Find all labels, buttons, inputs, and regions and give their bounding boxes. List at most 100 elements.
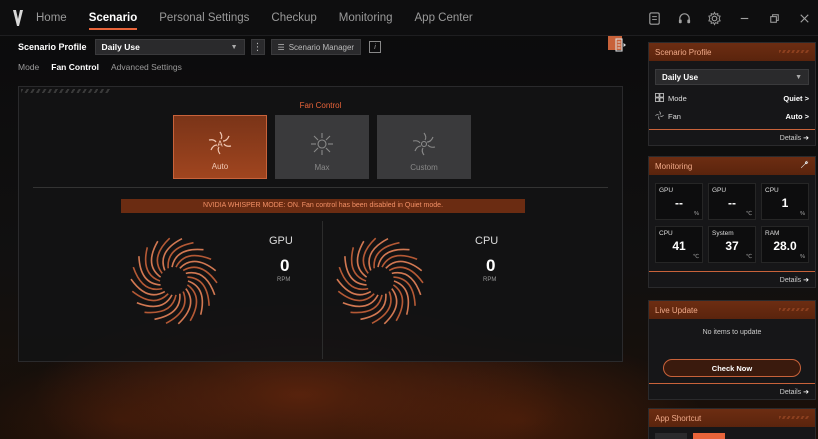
monitor-system-temp: System 37 ℃ [708,226,756,263]
cpu-fan-icon [336,237,424,325]
fan-mode-max-button[interactable]: Max [275,115,369,179]
sidebar-scenario-profile-card: Scenario Profile Daily Use ▼ Mode Quiet … [648,42,816,146]
monitor-name: GPU [659,187,674,194]
chevron-down-icon: ▼ [230,43,238,51]
monitor-gpu-usage: GPU --% [655,183,703,220]
scenario-manager-button[interactable]: ☰ Scenario Manager [270,39,362,55]
sidebar-profile-select[interactable]: Daily Use ▼ [655,69,809,85]
monitor-name: System [712,230,734,237]
fan-custom-icon [412,132,436,156]
monitor-ram-usage: RAM 28.0% [761,226,809,263]
app-shortcut-item[interactable] [655,433,687,439]
cpu-fan-section: CPU 0 RPM [225,221,525,361]
more-options-icon[interactable]: ⋮ [250,39,265,55]
info-icon[interactable]: i [369,41,382,53]
tab-advanced-settings[interactable]: Advanced Settings [111,62,182,72]
monitor-name: GPU [712,187,727,194]
monitor-value: -- [675,196,683,210]
nav-personal-settings[interactable]: Personal Settings [159,0,249,36]
monitor-value: -- [728,196,736,210]
cpu-fan-name: CPU [475,235,499,247]
list-icon: ☰ [277,42,285,52]
gpu-fan-icon [130,237,218,325]
notes-icon[interactable] [646,10,662,26]
sidebar-scenario-profile-title: Scenario Profile [655,48,712,57]
sidebar-live-update-details-link[interactable]: Details ➔ [649,383,815,399]
sidebar-mode-row[interactable]: Mode Quiet > [655,89,809,107]
monitor-unit: ℃ [745,254,752,260]
cpu-fan-rpm: 0 [486,256,496,275]
sidebar-live-update-header: Live Update [649,301,815,319]
sidebar-profile-details-link[interactable]: Details ➔ [649,129,815,145]
sidebar-mode-value: Quiet > [783,93,809,103]
monitor-unit: ℃ [692,254,699,260]
wrench-icon[interactable] [800,160,809,171]
sidebar-fan-label: Fan [668,111,681,121]
minimize-icon[interactable] [736,10,752,26]
nav-checkup[interactable]: Checkup [271,0,316,36]
fan-mode-custom-button[interactable]: Custom [377,115,471,179]
tab-fan-control[interactable]: Fan Control [51,62,99,72]
close-icon[interactable] [796,10,812,26]
window-controls [646,0,812,36]
sidebar-monitoring-card: Monitoring GPU --% GPU -- ℃ CPU 1% CPU 41 ℃ Sy… [648,156,816,288]
whisper-mode-notice: NVIDIA WHISPER MODE: ON. Fan control has… [121,199,525,213]
details-label: Details [779,277,802,284]
fan-control-panel: Fan Control A Auto Max Custom NVIDIA WHI… [18,86,623,362]
fan-icon [655,110,664,122]
fan-mode-auto-label: Auto [211,162,229,171]
sidebar-live-update-card: Live Update No items to update Check Now… [648,300,816,400]
check-now-button[interactable]: Check Now [663,359,801,377]
nav-monitoring[interactable]: Monitoring [339,0,393,36]
fan-blade [150,240,162,278]
fan-mode-auto-button[interactable]: A Auto [173,115,267,179]
tab-mode[interactable]: Mode [18,62,39,72]
arrow-right-icon: ➔ [803,389,809,396]
scenario-manager-label: Scenario Manager [288,42,355,52]
details-label: Details [779,135,802,142]
monitor-gpu-temp: GPU -- ℃ [708,183,756,220]
monitor-value: 41 [672,239,686,253]
scenario-subtabs: Mode Fan Control Advanced Settings [18,62,182,72]
headset-icon[interactable] [676,10,692,26]
monitor-name: RAM [765,230,780,237]
fan-auto-icon: A [208,131,232,155]
chevron-down-icon: ▼ [795,73,802,81]
monitor-cpu-usage: CPU 1% [761,183,809,220]
fan-mode-max-label: Max [314,163,330,172]
cpu-fan-rpm-unit: RPM [483,277,497,283]
sidebar-mode-label: Mode [668,93,687,103]
scenario-profile-value: Daily Use [101,42,140,52]
app-shortcut-item[interactable] [693,433,725,439]
arrow-right-icon: ➔ [803,277,809,284]
sidebar-fan-value: Auto > [785,111,809,121]
sidebar-monitoring-title: Monitoring [655,162,693,171]
collapse-sidebar-icon[interactable] [615,37,627,53]
scenario-profile-select[interactable]: Daily Use ▼ [94,39,245,55]
scenario-profile-label: Scenario Profile [18,42,87,52]
fan-blade [356,240,368,278]
restore-icon[interactable] [766,10,782,26]
sidebar-profile-value: Daily Use [662,72,699,82]
sidebar-app-shortcut-card: App Shortcut [648,408,816,439]
fan-blade [186,284,198,322]
nav-home[interactable]: Home [36,0,67,36]
monitoring-grid: GPU --% GPU -- ℃ CPU 1% CPU 41 ℃ System 37 ℃ RAM… [649,175,815,271]
details-label: Details [779,389,802,396]
sidebar-live-update-title: Live Update [655,306,698,315]
fan-blade [392,284,404,322]
header-decoration [779,416,809,419]
settings-gear-icon[interactable] [706,10,722,26]
nav-scenario[interactable]: Scenario [88,0,137,36]
app-shortcut-list [649,427,815,439]
top-navigation-bar: Home Scenario Personal Settings Checkup … [0,0,818,36]
sidebar-scenario-profile-header: Scenario Profile [649,43,815,61]
svg-text:A: A [217,140,223,149]
monitor-unit: % [694,211,699,217]
monitor-name: CPU [765,187,779,194]
nav-app-center[interactable]: App Center [415,0,473,36]
sidebar-app-shortcut-title: App Shortcut [655,414,702,423]
sidebar-app-shortcut-header: App Shortcut [649,409,815,427]
sidebar-fan-row[interactable]: Fan Auto > [655,107,809,125]
sidebar-monitoring-details-link[interactable]: Details ➔ [649,271,815,287]
